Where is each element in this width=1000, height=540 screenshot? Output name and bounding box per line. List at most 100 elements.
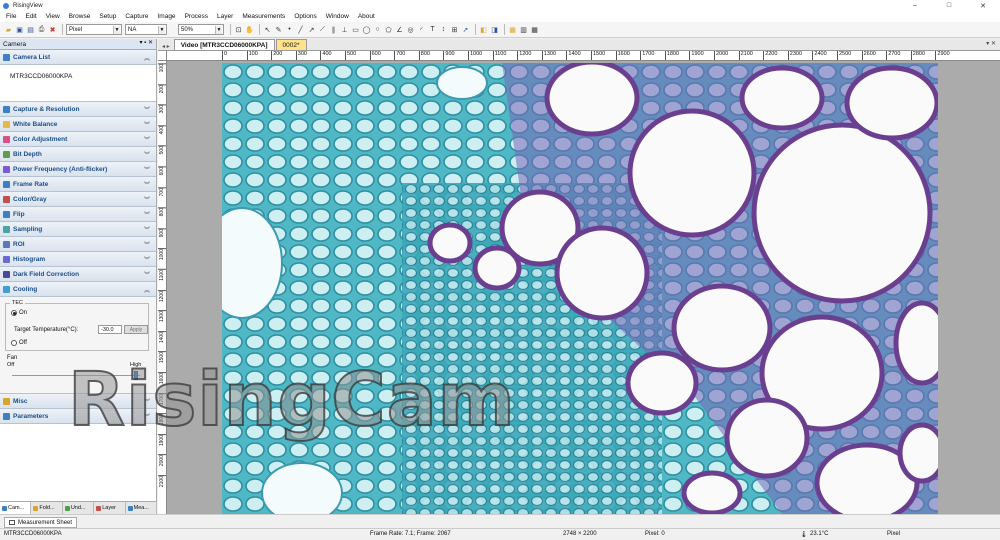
tec-off-radio[interactable]: Off [11,340,27,346]
scale-select[interactable]: NA ▼ [125,24,167,35]
section-power-frequency-anti-flicker[interactable]: Power Frequency (Anti-flicker) ︾ [0,162,156,177]
section-white-balance[interactable]: White Balance ︾ [0,117,156,132]
tab-measurement-sheet[interactable]: Measurement Sheet [4,517,78,528]
measure-results-icon[interactable]: ◧ [479,25,488,34]
polyline-icon[interactable]: ⟋ [318,25,327,34]
camera-list-item[interactable]: MTR3CCD06000KPA [10,73,156,80]
save-icon[interactable]: ▣ [15,25,24,34]
bottom-tab-label: Mea... [133,505,149,511]
menu-options[interactable]: Options [294,13,316,20]
menu-browse[interactable]: Browse [69,13,91,20]
menu-about[interactable]: About [358,13,375,20]
perpendicular-icon[interactable]: ⊥ [340,25,349,34]
print-icon[interactable]: ⎙ [37,25,46,34]
section-label: Cooling [13,285,38,293]
horizontal-ruler: 0 100 200 300 400 500 600 700 800 900 1000 1100 1200… [167,51,1000,61]
tab-image[interactable]: 0002* [275,39,307,50]
section-capture-resolution[interactable]: Capture & Resolution ︾ [0,102,156,117]
tab-video[interactable]: Video [MTR3CCD06000KPA] [173,39,275,50]
menu-setup[interactable]: Setup [99,13,116,20]
panel-title: Camera ▾ ▪ ✕ [0,39,156,50]
concentric-circle-icon[interactable]: ◎ [406,25,415,34]
app-icon [3,2,9,9]
apply-button[interactable]: Apply [124,325,148,334]
pen-icon[interactable]: ✎ [274,25,283,34]
unit-select[interactable]: Pixel ▼ [66,24,122,35]
fit-window-icon[interactable]: ⊡ [234,25,243,34]
point-icon[interactable]: • [285,25,294,34]
tec-off-label: Off [19,340,27,346]
section-label: Capture & Resolution [13,105,80,113]
stitch-icon[interactable]: ▥ [519,25,528,34]
menu-process[interactable]: Process [185,13,208,20]
minimize-icon[interactable]: – [898,0,932,11]
stack-icon[interactable]: ▦ [508,25,517,34]
section-bit-depth[interactable]: Bit Depth ︾ [0,147,156,162]
menu-image[interactable]: Image [157,13,175,20]
grid-icon[interactable]: ▦ [530,25,539,34]
ruler-tick-label: 1300 [541,51,556,60]
bottom-tab-cam[interactable]: Cam... [0,502,32,514]
arrow-line-icon[interactable]: ↗ [307,25,316,34]
target-temperature-input[interactable]: -30.0 [98,325,122,334]
section-color-gray[interactable]: Color/Gray ︾ [0,192,156,207]
polygon-icon[interactable]: ⬠ [384,25,393,34]
section-sampling[interactable]: Sampling ︾ [0,222,156,237]
ruler-tick-label: 2000 [714,51,728,60]
text-tool-icon[interactable]: T [428,25,437,34]
arrow-tool-icon[interactable]: ➚ [461,25,470,34]
window-controls: – □ ✕ [898,0,1000,11]
parallel-lines-icon[interactable]: ∥ [329,25,338,34]
ellipse-icon[interactable]: ◯ [362,25,371,34]
document-controls[interactable]: ▾ ✕ [986,40,996,47]
bottom-tab-mea[interactable]: Mea... [126,502,158,514]
snapshot-icon[interactable]: ◨ [490,25,499,34]
section-color-adjustment[interactable]: Color Adjustment ︾ [0,132,156,147]
menu-edit[interactable]: Edit [25,13,36,20]
section-histogram[interactable]: Histogram ︾ [0,252,156,267]
menu-file[interactable]: File [6,13,16,20]
microscope-image[interactable] [222,63,938,514]
menu-window[interactable]: Window [326,13,349,20]
status-pixel: Pixel: 0 [645,531,665,537]
section-flip[interactable]: Flip ︾ [0,207,156,222]
panel-controls[interactable]: ▾ ▪ ✕ [140,39,154,46]
section-roi[interactable]: ROI ︾ [0,237,156,252]
line-icon[interactable]: ╱ [296,25,305,34]
menu-layer[interactable]: Layer [217,13,233,20]
section-cooling[interactable]: Cooling ︽ [0,282,156,297]
rectangle-icon[interactable]: ▭ [351,25,360,34]
open-folder-icon[interactable]: ▰ [4,25,13,34]
status-temperature: 23.1°C [810,531,829,537]
pan-hand-icon[interactable]: ✋ [245,25,254,34]
zoom-select[interactable]: 50% ▼ [178,24,224,35]
tab-scroll-arrows-icon[interactable]: ◂ ▸ [162,43,170,50]
maximize-icon[interactable]: □ [932,0,966,11]
menu-view[interactable]: View [46,13,60,20]
close-icon[interactable]: ✕ [966,0,1000,11]
bottom-tab-fold[interactable]: Fold... [31,502,63,514]
tec-on-radio[interactable]: On [11,310,27,316]
left-bottom-tabs: Cam... Fold... Und... Layer Mea... [0,501,158,514]
bottom-tab-layer[interactable]: Layer [94,502,126,514]
calibrate-icon[interactable]: ↕ [439,25,448,34]
menu-capture[interactable]: Capture [125,13,148,20]
scale-bar-icon[interactable]: ⊞ [450,25,459,34]
bottom-tab-und[interactable]: Und... [63,502,95,514]
ruler-tick-label: 1100 [492,51,506,60]
menu-measurements[interactable]: Measurements [242,13,285,20]
angle-icon[interactable]: ∠ [395,25,404,34]
chevron-down-icon: ▼ [113,26,120,34]
circle-icon[interactable]: ○ [373,25,382,34]
section-camera-list[interactable]: Camera List ︽ [0,50,156,65]
save-all-icon[interactable]: ▤ [26,25,35,34]
delete-icon[interactable]: ✖ [48,25,57,34]
ruler-tick-label: 2000 [158,454,166,467]
ruler-tick-label: 2100 [738,51,753,60]
section-dark-field-correction[interactable]: Dark Field Correction ︾ [0,267,156,282]
select-arrow-icon[interactable]: ↖ [263,25,272,34]
arc-icon[interactable]: ◜ [417,25,426,34]
section-frame-rate[interactable]: Frame Rate ︾ [0,177,156,192]
section-list: Capture & Resolution ︾ White Balance ︾ Color… [0,102,156,297]
image-canvas[interactable] [167,61,1000,514]
